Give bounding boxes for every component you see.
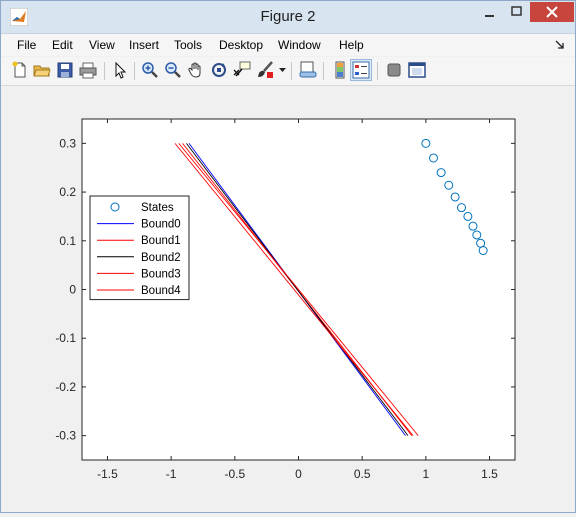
open-file-icon <box>33 65 51 77</box>
zoom-out-icon <box>165 62 181 78</box>
new-figure-button[interactable] <box>11 61 29 79</box>
brush-dropdown-icon[interactable] <box>279 68 286 73</box>
new-figure-icon <box>12 61 26 78</box>
plot-svg: -1.5 -1 -0.5 0 0.5 1 1.5 -0.3 -0.2 -0.1 0 0.1 0.2 0.… <box>55 118 516 481</box>
menu-tools[interactable]: Tools <box>174 38 202 52</box>
y-tick-label: 0.3 <box>59 136 76 150</box>
print-icon <box>79 62 97 79</box>
figure-canvas: -1.5 -1 -0.5 0 0.5 1 1.5 -0.3 -0.2 -0.1 0 0.1 0.2 0.… <box>2 87 575 512</box>
zoom-in-icon <box>142 62 158 78</box>
maximize-button[interactable] <box>503 2 530 22</box>
edit-plot-button[interactable] <box>111 61 129 79</box>
brush-icon <box>258 61 273 78</box>
figure-toolbar <box>1 57 575 86</box>
dock-arrow-icon[interactable] <box>555 40 565 50</box>
zoom-in-button[interactable] <box>141 61 159 79</box>
insert-colorbar-icon <box>335 61 345 79</box>
menu-insert[interactable]: Insert <box>129 38 159 52</box>
x-tick-label: -1 <box>166 467 177 481</box>
toolbar-separator <box>104 62 105 80</box>
pan-button[interactable] <box>187 61 205 79</box>
menu-desktop[interactable]: Desktop <box>219 38 263 52</box>
x-tick-label: 0 <box>295 467 302 481</box>
link-plot-button[interactable] <box>299 61 317 79</box>
insert-colorbar-button[interactable] <box>331 61 349 79</box>
legend[interactable]: States Bound0 Bound1 Bound2 Bound3 Bound4 <box>89 195 190 301</box>
show-plot-tools-icon <box>408 62 426 78</box>
toolbar-separator <box>134 62 135 80</box>
show-plot-tools-button[interactable] <box>408 61 426 79</box>
y-tick-label: 0.1 <box>59 234 76 248</box>
y-tick-label: 0 <box>69 283 76 297</box>
x-tick-label: 1 <box>423 467 430 481</box>
x-tick-label: -1.5 <box>97 467 118 481</box>
legend-label: Bound1 <box>141 235 181 247</box>
insert-legend-icon <box>352 61 370 79</box>
x-tick-label: -0.5 <box>224 467 245 481</box>
legend-label: Bound0 <box>141 219 181 231</box>
data-cursor-icon <box>233 61 251 77</box>
open-file-button[interactable] <box>33 61 51 79</box>
menu-window[interactable]: Window <box>278 38 321 52</box>
close-icon <box>546 6 558 18</box>
maximize-icon <box>511 6 522 16</box>
save-icon <box>57 62 73 78</box>
legend-label: Bound4 <box>141 285 181 297</box>
print-button[interactable] <box>79 61 97 79</box>
minimize-button[interactable] <box>475 2 503 22</box>
rotate-3d-icon <box>212 63 226 77</box>
zoom-out-button[interactable] <box>164 61 182 79</box>
hide-plot-tools-button[interactable] <box>385 61 403 79</box>
menu-edit[interactable]: Edit <box>52 38 73 52</box>
toolbar-separator <box>323 62 324 80</box>
menu-help[interactable]: Help <box>339 38 364 52</box>
toolbar-separator <box>291 62 292 80</box>
menu-bar: File Edit View Insert Tools Desktop Wind… <box>1 34 575 56</box>
legend-label: Bound2 <box>141 252 181 264</box>
figure-window: Figure 2 File Edit View Insert Tools Des… <box>0 0 576 513</box>
y-tick-label: 0.2 <box>59 185 76 199</box>
menu-view[interactable]: View <box>89 38 115 52</box>
link-plot-icon <box>299 61 317 78</box>
menu-file[interactable]: File <box>17 38 36 52</box>
close-button[interactable] <box>530 2 574 22</box>
legend-label: Bound3 <box>141 268 181 280</box>
y-tick-label: -0.2 <box>55 380 76 394</box>
y-tick-label: -0.3 <box>55 429 76 443</box>
insert-legend-button[interactable] <box>350 59 372 81</box>
y-tick-label: -0.1 <box>55 331 76 345</box>
x-tick-label: 0.5 <box>354 467 371 481</box>
save-button[interactable] <box>56 61 74 79</box>
toolbar-separator <box>377 62 378 80</box>
edit-plot-arrow-icon <box>115 61 127 79</box>
rotate-3d-button[interactable] <box>210 61 228 79</box>
legend-label: States <box>141 202 174 214</box>
title-bar[interactable]: Figure 2 <box>1 1 575 34</box>
hide-plot-tools-icon <box>387 63 401 77</box>
minimize-icon <box>485 15 494 17</box>
pan-hand-icon <box>188 62 201 78</box>
x-tick-label: 1.5 <box>481 467 498 481</box>
brush-button[interactable] <box>256 61 274 79</box>
data-cursor-button[interactable] <box>233 61 251 79</box>
